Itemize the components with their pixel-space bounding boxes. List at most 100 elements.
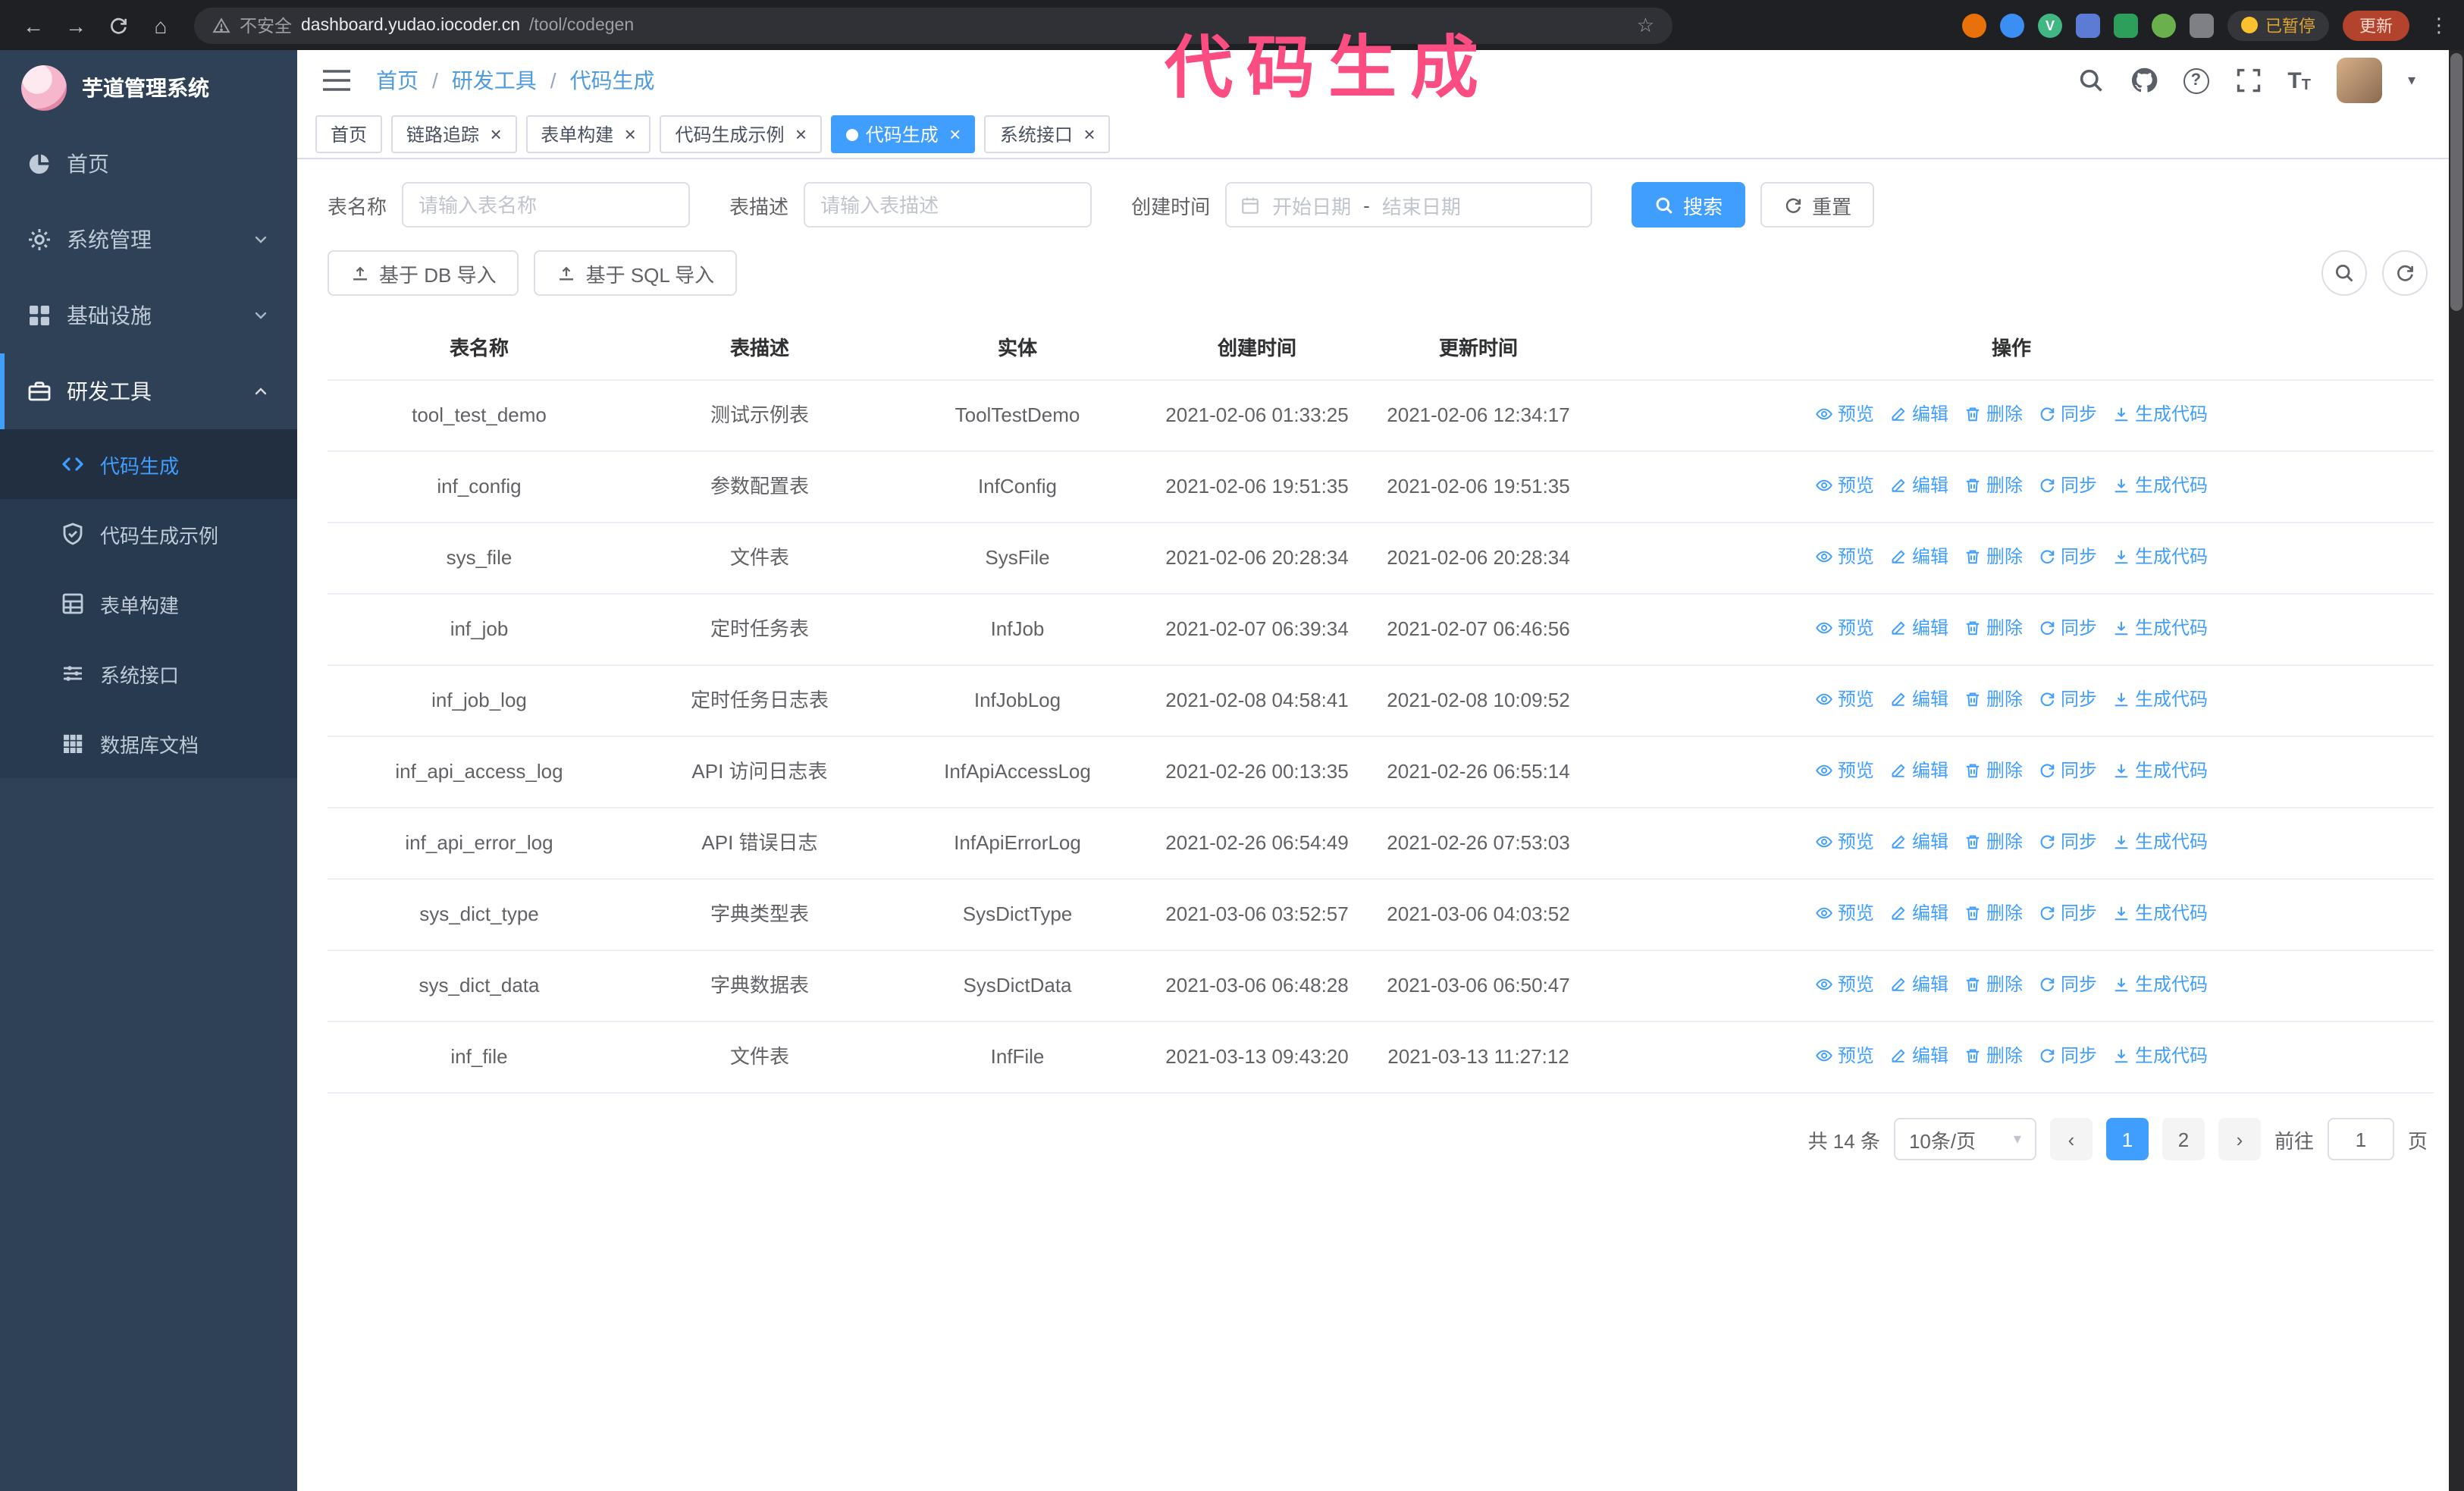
sidebar-item-db-doc[interactable]: 数据库文档 xyxy=(0,708,297,778)
action-edit[interactable]: 编辑 xyxy=(1889,470,1948,501)
action-generate[interactable]: 生成代码 xyxy=(2112,684,2208,714)
github-icon[interactable] xyxy=(2130,67,2157,94)
action-generate[interactable]: 生成代码 xyxy=(2112,1041,2208,1071)
action-edit[interactable]: 编辑 xyxy=(1889,399,1948,429)
action-delete[interactable]: 删除 xyxy=(1964,541,2023,572)
action-generate[interactable]: 生成代码 xyxy=(2112,827,2208,857)
sidebar-item-codegen-demo[interactable]: 代码生成示例 xyxy=(0,499,297,569)
extension-icon[interactable] xyxy=(2152,13,2176,37)
action-edit[interactable]: 编辑 xyxy=(1889,755,1948,786)
action-preview[interactable]: 预览 xyxy=(1815,827,1874,857)
action-preview[interactable]: 预览 xyxy=(1815,399,1874,429)
scrollbar[interactable] xyxy=(2449,50,2464,1491)
action-sync[interactable]: 同步 xyxy=(2038,1041,2097,1071)
tab-home[interactable]: 首页 xyxy=(315,115,383,153)
action-delete[interactable]: 删除 xyxy=(1964,827,2023,857)
action-delete[interactable]: 删除 xyxy=(1964,613,2023,643)
avatar[interactable] xyxy=(2336,58,2382,103)
tab-api[interactable]: 系统接口 × xyxy=(984,115,1111,153)
action-preview[interactable]: 预览 xyxy=(1815,684,1874,714)
action-generate[interactable]: 生成代码 xyxy=(2112,399,2208,429)
close-icon[interactable]: × xyxy=(795,124,807,144)
action-sync[interactable]: 同步 xyxy=(2038,827,2097,857)
action-preview[interactable]: 预览 xyxy=(1815,898,1874,928)
search-icon[interactable] xyxy=(2077,67,2104,94)
extension-icon[interactable] xyxy=(2076,13,2100,37)
app-logo[interactable]: 芋道管理系统 xyxy=(0,50,297,126)
action-sync[interactable]: 同步 xyxy=(2038,470,2097,501)
font-size-icon[interactable]: TT xyxy=(2287,67,2311,93)
browser-update-button[interactable]: 更新 xyxy=(2343,10,2409,40)
breadcrumb-item[interactable]: 研发工具 xyxy=(452,65,537,96)
tab-form-builder[interactable]: 表单构建 × xyxy=(525,115,651,153)
goto-page-input[interactable] xyxy=(2327,1118,2394,1160)
action-sync[interactable]: 同步 xyxy=(2038,898,2097,928)
tab-codegen-demo[interactable]: 代码生成示例 × xyxy=(660,115,822,153)
action-edit[interactable]: 编辑 xyxy=(1889,969,1948,1000)
action-edit[interactable]: 编辑 xyxy=(1889,827,1948,857)
action-sync[interactable]: 同步 xyxy=(2038,399,2097,429)
action-generate[interactable]: 生成代码 xyxy=(2112,613,2208,643)
close-icon[interactable]: × xyxy=(1083,124,1095,144)
action-generate[interactable]: 生成代码 xyxy=(2112,755,2208,786)
action-generate[interactable]: 生成代码 xyxy=(2112,470,2208,501)
action-edit[interactable]: 编辑 xyxy=(1889,1041,1948,1071)
breadcrumb-item[interactable]: 代码生成 xyxy=(570,65,655,96)
action-delete[interactable]: 删除 xyxy=(1964,969,2023,1000)
next-page-button[interactable]: › xyxy=(2218,1118,2261,1160)
browser-refresh-button[interactable] xyxy=(100,7,136,43)
page-size-select[interactable]: 10条/页 ▾ xyxy=(1893,1118,2036,1160)
sidebar-item-api[interactable]: 系统接口 xyxy=(0,639,297,708)
sidebar-item-infra[interactable]: 基础设施 xyxy=(0,278,297,353)
sidebar-item-system[interactable]: 系统管理 xyxy=(0,202,297,278)
import-db-button[interactable]: 基于 DB 导入 xyxy=(328,250,519,296)
close-icon[interactable]: × xyxy=(624,124,635,144)
sidebar-item-devtools[interactable]: 研发工具 xyxy=(0,353,297,429)
action-delete[interactable]: 删除 xyxy=(1964,399,2023,429)
action-delete[interactable]: 删除 xyxy=(1964,470,2023,501)
sidebar-item-codegen[interactable]: 代码生成 xyxy=(0,429,297,499)
date-range-picker[interactable]: 开始日期 - 结束日期 xyxy=(1225,182,1593,228)
action-generate[interactable]: 生成代码 xyxy=(2112,898,2208,928)
action-edit[interactable]: 编辑 xyxy=(1889,613,1948,643)
prev-page-button[interactable]: ‹ xyxy=(2049,1118,2093,1160)
action-delete[interactable]: 删除 xyxy=(1964,684,2023,714)
extension-icon[interactable] xyxy=(1962,13,1986,37)
action-preview[interactable]: 预览 xyxy=(1815,613,1874,643)
action-sync[interactable]: 同步 xyxy=(2038,969,2097,1000)
help-icon[interactable]: ? xyxy=(2183,67,2209,93)
toggle-search-button[interactable] xyxy=(2321,250,2367,296)
action-sync[interactable]: 同步 xyxy=(2038,684,2097,714)
page-button-2[interactable]: 2 xyxy=(2161,1118,2205,1160)
table-name-input[interactable] xyxy=(402,182,691,228)
action-sync[interactable]: 同步 xyxy=(2038,541,2097,572)
tab-codegen[interactable]: 代码生成 × xyxy=(830,115,976,153)
action-preview[interactable]: 预览 xyxy=(1815,755,1874,786)
page-button-1[interactable]: 1 xyxy=(2105,1118,2149,1160)
action-generate[interactable]: 生成代码 xyxy=(2112,541,2208,572)
sidebar-item-home[interactable]: 首页 xyxy=(0,126,297,202)
action-preview[interactable]: 预览 xyxy=(1815,969,1874,1000)
breadcrumb-item[interactable]: 首页 xyxy=(376,65,419,96)
tab-trace[interactable]: 链路追踪 × xyxy=(391,115,517,153)
chevron-down-icon[interactable]: ▾ xyxy=(2408,72,2415,89)
action-sync[interactable]: 同步 xyxy=(2038,755,2097,786)
import-sql-button[interactable]: 基于 SQL 导入 xyxy=(534,250,738,296)
extension-icon[interactable] xyxy=(2000,13,2024,37)
extension-icon[interactable] xyxy=(2114,13,2138,37)
browser-back-button[interactable]: ← xyxy=(15,7,52,43)
action-generate[interactable]: 生成代码 xyxy=(2112,969,2208,1000)
search-button[interactable]: 搜索 xyxy=(1632,182,1746,228)
browser-home-button[interactable]: ⌂ xyxy=(143,7,179,43)
bookmark-star-icon[interactable]: ☆ xyxy=(1637,13,1654,37)
hamburger-icon[interactable] xyxy=(321,68,352,93)
action-preview[interactable]: 预览 xyxy=(1815,541,1874,572)
action-delete[interactable]: 删除 xyxy=(1964,1041,2023,1071)
action-preview[interactable]: 预览 xyxy=(1815,1041,1874,1071)
close-icon[interactable]: × xyxy=(490,124,501,144)
refresh-table-button[interactable] xyxy=(2382,250,2428,296)
action-sync[interactable]: 同步 xyxy=(2038,613,2097,643)
table-desc-input[interactable] xyxy=(804,182,1092,228)
scrollbar-thumb[interactable] xyxy=(2450,53,2462,311)
action-delete[interactable]: 删除 xyxy=(1964,898,2023,928)
